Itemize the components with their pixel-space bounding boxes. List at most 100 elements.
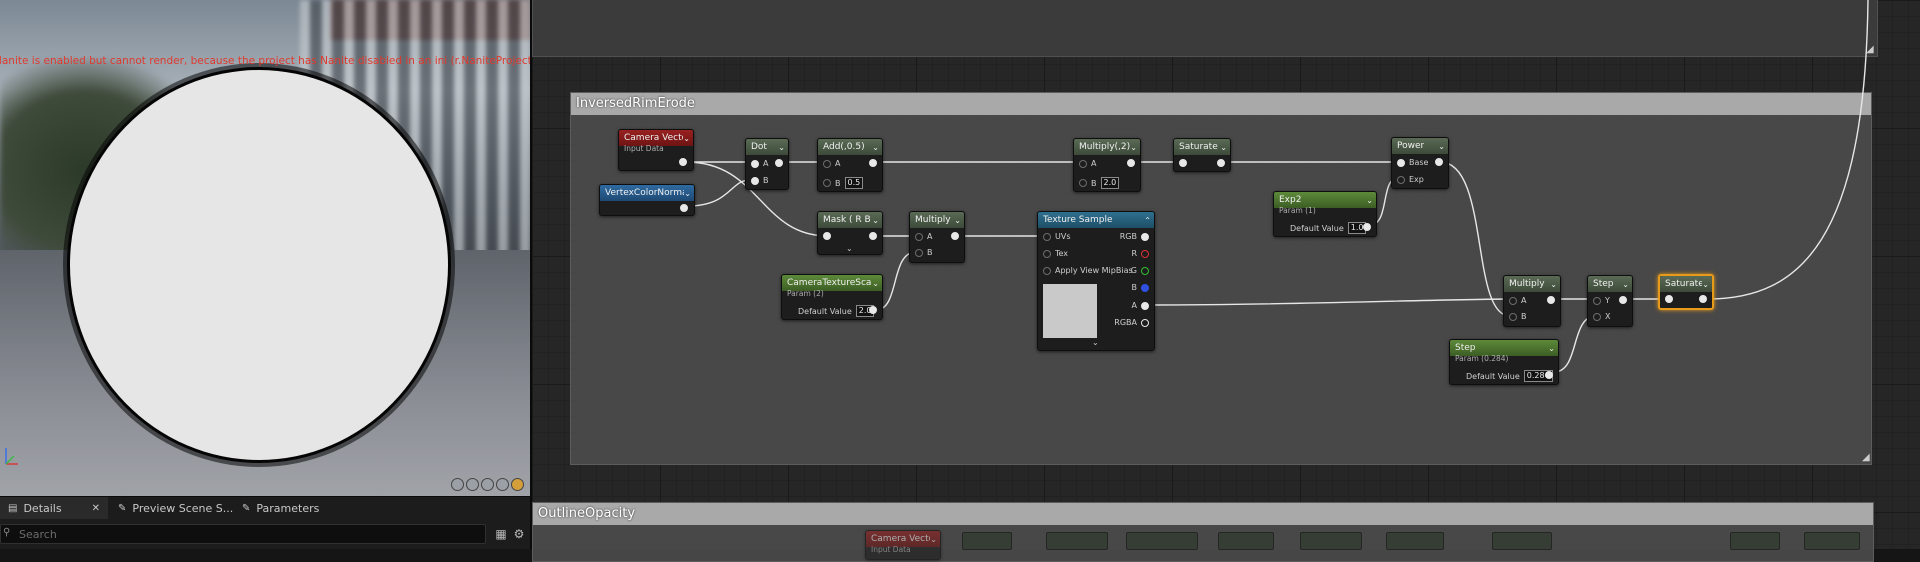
pin-icon[interactable] [1363, 223, 1371, 231]
pin-icon[interactable] [1141, 232, 1149, 241]
output-pin[interactable] [679, 158, 687, 166]
pin-icon[interactable] [823, 179, 831, 187]
expand-icon[interactable]: ⌄ [846, 244, 853, 253]
pin-icon[interactable] [1179, 159, 1187, 167]
comment-title[interactable]: OutlineOpacity [533, 503, 1873, 525]
input-pin-b[interactable]: B [751, 176, 769, 185]
pin-icon[interactable] [1509, 296, 1517, 305]
node-multiply-2[interactable]: Multiply(,2) ⌄ A B 2.0 [1073, 138, 1141, 192]
output-pin[interactable] [1435, 158, 1443, 166]
output-pin[interactable] [1699, 295, 1707, 303]
pin-icon[interactable] [1665, 295, 1673, 303]
tab-parameters[interactable]: ✎ Parameters [234, 497, 327, 519]
node-step[interactable]: Step ⌄ Y X [1587, 275, 1633, 327]
pin-icon[interactable] [869, 232, 877, 240]
node-power[interactable]: Power ⌄ Base Exp [1391, 137, 1449, 189]
input-pin-a[interactable]: A [1079, 159, 1096, 168]
pin-icon[interactable] [1141, 301, 1149, 310]
pin-icon[interactable] [1079, 179, 1087, 187]
chevron-down-icon[interactable]: ⌄ [1550, 280, 1557, 289]
node-saturate-selected[interactable]: Saturate ⌄ [1658, 274, 1714, 310]
pin-icon[interactable] [751, 176, 759, 185]
pin-icon[interactable] [1141, 249, 1149, 258]
pin-icon[interactable] [1397, 175, 1405, 184]
input-pin-b[interactable]: B 2.0 [1079, 177, 1120, 189]
pin-icon[interactable] [869, 306, 877, 314]
pin-icon[interactable] [1141, 318, 1149, 327]
input-pin-b[interactable]: B [915, 248, 933, 257]
pin-icon[interactable] [1435, 158, 1443, 166]
pin-icon[interactable] [1079, 159, 1087, 168]
pin-icon[interactable] [1699, 295, 1707, 303]
input-pin-b[interactable]: B [1509, 312, 1527, 321]
chevron-down-icon[interactable]: ⌄ [872, 216, 879, 225]
comment-box-outline-opacity[interactable]: OutlineOpacity [532, 502, 1874, 562]
pin-icon[interactable] [823, 159, 831, 168]
output-pin[interactable] [1619, 296, 1627, 304]
close-icon[interactable]: ✕ [92, 503, 100, 514]
output-pin[interactable] [1127, 159, 1135, 167]
output-pin[interactable] [680, 204, 688, 212]
node-exp2[interactable]: Exp2 ⌄ Param (1) Default Value 1.0 [1273, 191, 1377, 237]
grid-view-icon[interactable]: ▦ [494, 527, 508, 541]
resize-handle-icon[interactable]: ◢ [1866, 44, 1874, 55]
pin-icon[interactable] [869, 159, 877, 167]
chevron-down-icon[interactable]: ⌄ [872, 279, 879, 288]
pin-icon[interactable] [680, 204, 688, 212]
chevron-down-icon[interactable]: ⌄ [954, 216, 961, 225]
input-pin-exp[interactable]: Exp [1397, 175, 1424, 184]
output-pin-r[interactable]: R [1131, 249, 1149, 258]
chevron-down-icon[interactable]: ⌄ [1130, 143, 1137, 152]
pin-icon[interactable] [1141, 283, 1149, 292]
node-saturate[interactable]: Saturate ⌄ [1173, 138, 1231, 172]
input-pin[interactable] [1665, 295, 1673, 303]
pin-icon[interactable] [1043, 266, 1051, 275]
input-pin-y[interactable]: Y [1593, 296, 1610, 305]
input-pin-a[interactable]: A [915, 232, 932, 241]
teapot-icon[interactable] [511, 478, 524, 491]
tab-preview-scene-settings[interactable]: ✎ Preview Scene S... [110, 497, 241, 519]
gear-icon[interactable]: ⚙ [512, 527, 526, 541]
pin-icon[interactable] [775, 159, 783, 167]
partial-node[interactable] [1804, 532, 1860, 550]
input-pin-uvs[interactable]: UVs [1043, 232, 1071, 241]
chevron-down-icon[interactable]: ⌄ [1622, 280, 1629, 289]
pin-icon[interactable] [1593, 312, 1601, 321]
partial-node[interactable] [962, 532, 1012, 550]
pin-icon[interactable] [1217, 159, 1225, 167]
cube-icon[interactable] [496, 478, 509, 491]
node-camera-texture-scale[interactable]: CameraTextureScale ⌄ Param (2) Default Va… [781, 274, 883, 320]
partial-node[interactable] [1492, 532, 1552, 550]
partial-node[interactable] [1126, 532, 1198, 550]
chevron-down-icon[interactable]: ⌄ [872, 143, 879, 152]
pin-icon[interactable] [1545, 371, 1553, 379]
partial-node[interactable] [1046, 532, 1108, 550]
input-pin[interactable] [1179, 159, 1187, 167]
pin-icon[interactable] [1619, 296, 1627, 304]
pin-icon[interactable] [1547, 296, 1555, 304]
input-pin-b[interactable]: B 0.5 [823, 177, 864, 189]
node-add[interactable]: Add(,0.5) ⌄ A B 0.5 [817, 138, 883, 192]
output-pin-rgba[interactable]: RGBA [1114, 318, 1149, 327]
material-preview-viewport[interactable]: Nanite is enabled but cannot render, bec… [0, 0, 530, 496]
node-multiply-3[interactable]: Multiply ⌄ A B [1503, 275, 1561, 327]
partial-node[interactable] [1386, 532, 1444, 550]
output-pin-b[interactable]: B [1132, 283, 1149, 292]
node-camera-vector[interactable]: Camera Vector⌄ Input Data [618, 129, 694, 171]
output-pin[interactable] [1217, 159, 1225, 167]
input-pin-a[interactable]: A [751, 159, 768, 168]
chevron-down-icon[interactable]: ⌄ [930, 535, 937, 544]
node-vertex-color-normals[interactable]: VertexColorNormals⌄ [599, 184, 695, 216]
output-pin[interactable] [1545, 371, 1553, 379]
pin-icon[interactable] [1509, 312, 1517, 321]
comment-box-upper[interactable] [532, 0, 1878, 57]
pin-icon[interactable] [915, 232, 923, 241]
input-pin-a[interactable]: A [823, 159, 840, 168]
input-pin-tex[interactable]: Tex [1043, 249, 1068, 258]
pin-icon[interactable] [1397, 158, 1405, 167]
node-step-param[interactable]: Step ⌄ Param (0.284) Default Value 0.284 [1449, 339, 1559, 385]
chevron-down-icon[interactable]: ⌄ [1438, 142, 1445, 151]
input-pin-a[interactable]: A [1509, 296, 1526, 305]
pin-b-value[interactable]: 2.0 [1100, 177, 1120, 189]
node-texture-sample[interactable]: Texture Sample ⌃ UVs Tex Apply View MipBi… [1037, 211, 1155, 351]
